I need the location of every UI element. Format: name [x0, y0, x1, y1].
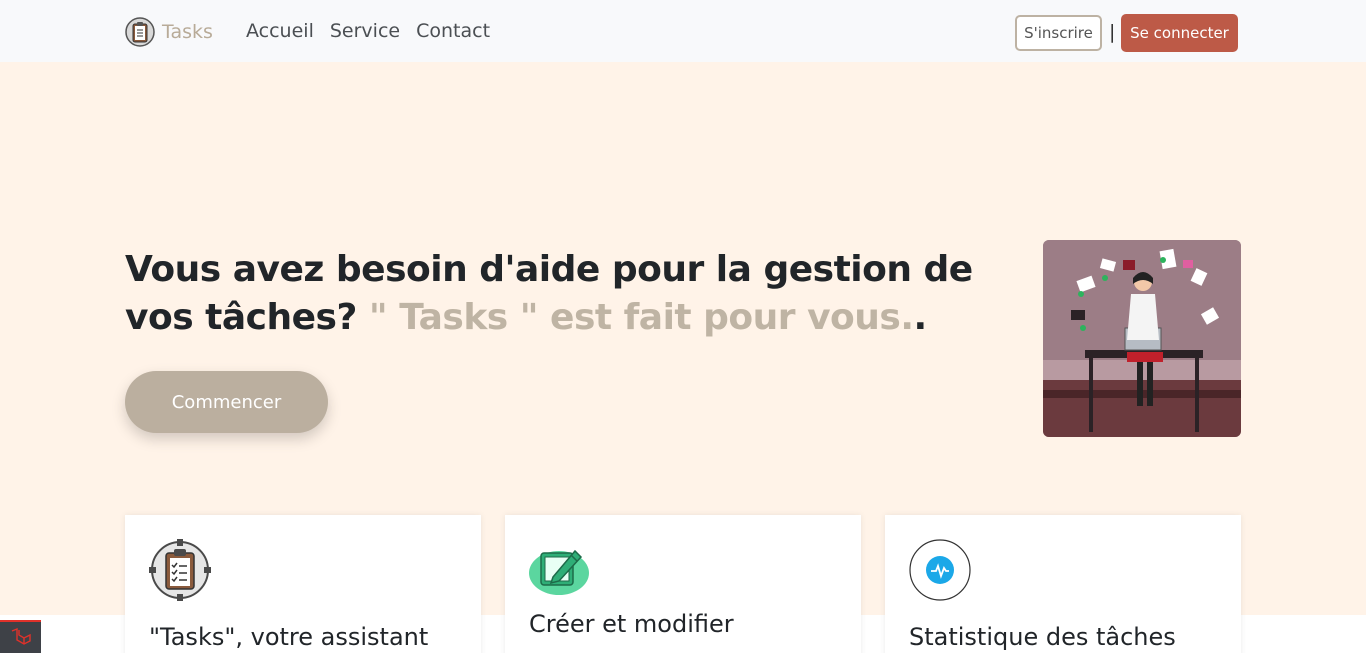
clipboard-gear-icon	[125, 17, 155, 47]
hero-illustration	[1043, 240, 1241, 437]
brand-name: Tasks	[162, 21, 213, 43]
navbar: Tasks Accueil Service Contact S'inscrire…	[0, 0, 1366, 62]
hero-title: Vous avez besoin d'aide pour la gestion …	[125, 246, 1025, 342]
clipboard-gear-icon	[149, 539, 211, 601]
nav-link-service[interactable]: Service	[330, 20, 400, 42]
feature-card-assistant: "Tasks", votre assistant	[125, 515, 481, 653]
nav-link-accueil[interactable]: Accueil	[246, 20, 314, 42]
brand-link[interactable]: Tasks	[124, 16, 213, 48]
hero-title-end: .	[913, 297, 928, 338]
card-title: Créer et modifier	[529, 610, 734, 638]
start-button[interactable]: Commencer	[125, 371, 328, 433]
login-button[interactable]: Se connecter	[1121, 14, 1238, 52]
feature-card-stats: Statistique des tâches	[885, 515, 1241, 653]
laravel-icon	[11, 627, 31, 645]
signup-button[interactable]: S'inscrire	[1015, 15, 1102, 51]
nav-link-contact[interactable]: Contact	[416, 20, 490, 42]
hero-title-accent: " Tasks " est fait pour vous.	[368, 297, 914, 338]
nav-links: Accueil Service Contact	[246, 20, 490, 42]
pulse-icon	[909, 539, 971, 601]
card-title: Statistique des tâches	[909, 623, 1176, 651]
nav-separator: |	[1109, 21, 1116, 43]
edit-pencil-icon	[529, 549, 589, 595]
laravel-debugbar-icon[interactable]	[0, 620, 41, 653]
feature-card-edit: Créer et modifier	[505, 515, 861, 653]
card-title: "Tasks", votre assistant	[149, 623, 429, 651]
